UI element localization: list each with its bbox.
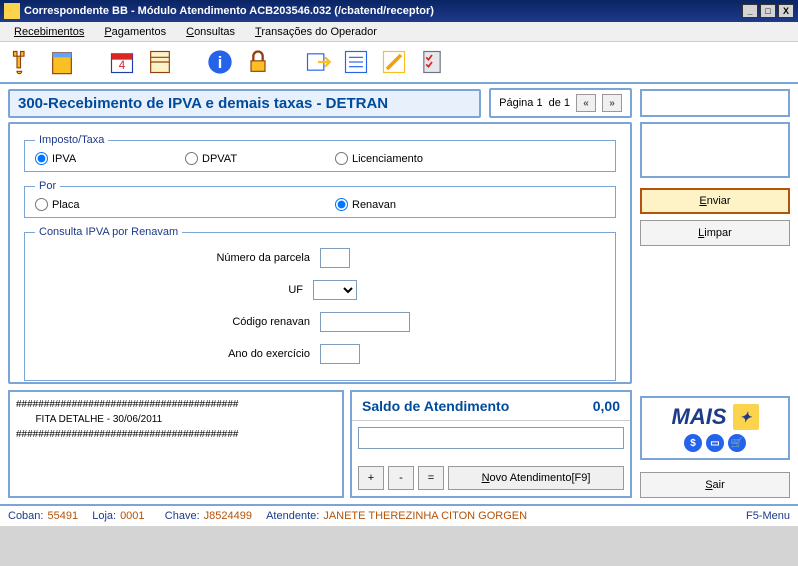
- right-column: Enviar Limpar MAIS ✦ $ ▭ 🛒 Sair: [640, 122, 790, 498]
- btn-plus[interactable]: +: [358, 466, 384, 490]
- menu-transacoes[interactable]: Transações do Operador: [245, 24, 387, 40]
- status-coban-value: 55491: [47, 510, 78, 522]
- main-area: Imposto/Taxa IPVA DPVAT Licenciamento Po…: [0, 122, 798, 504]
- menubar: Recebimentos Pagamentos Consultas Transa…: [0, 22, 798, 42]
- por-fieldset: Por Placa Renavan: [24, 180, 616, 218]
- titlebar: Correspondente BB - Módulo Atendimento A…: [0, 0, 798, 22]
- select-uf[interactable]: [313, 280, 357, 300]
- app-icon: [4, 3, 20, 19]
- page-header: 300-Recebimento de IPVA e demais taxas -…: [0, 84, 798, 122]
- tool-info-icon[interactable]: i: [204, 46, 236, 78]
- btn-equals[interactable]: =: [418, 466, 444, 490]
- pager-prev-button[interactable]: «: [576, 94, 596, 112]
- status-f5: F5-Menu: [746, 510, 790, 522]
- status-atendente-value: JANETE THEREZINHA CITON GORGEN: [323, 510, 527, 522]
- close-button[interactable]: X: [778, 4, 794, 18]
- por-legend: Por: [35, 180, 60, 192]
- mais-box: MAIS ✦ $ ▭ 🛒: [640, 396, 790, 460]
- radio-ipva[interactable]: IPVA: [35, 152, 185, 165]
- btn-minus[interactable]: -: [388, 466, 414, 490]
- saldo-value: 0,00: [593, 398, 620, 414]
- imposto-fieldset: Imposto/Taxa IPVA DPVAT Licenciamento: [24, 134, 616, 172]
- label-codigo-renavan: Código renavan: [110, 316, 310, 328]
- status-loja-label: Loja:: [92, 510, 116, 522]
- consulta-legend: Consulta IPVA por Renavam: [35, 226, 182, 238]
- left-column: Imposto/Taxa IPVA DPVAT Licenciamento Po…: [8, 122, 632, 498]
- bottom-strip: ########################################…: [8, 390, 632, 498]
- tool-notebook-icon[interactable]: [144, 46, 176, 78]
- right-logo-box: [640, 122, 790, 178]
- form-panel: Imposto/Taxa IPVA DPVAT Licenciamento Po…: [8, 122, 632, 384]
- btn-sair[interactable]: Sair: [640, 472, 790, 498]
- label-uf: UF: [103, 284, 303, 296]
- btn-enviar[interactable]: Enviar: [640, 188, 790, 214]
- page-title: 300-Recebimento de IPVA e demais taxas -…: [8, 89, 481, 118]
- saldo-title: Saldo de Atendimento: [362, 398, 509, 414]
- radio-renavan[interactable]: Renavan: [335, 198, 485, 211]
- imposto-legend: Imposto/Taxa: [35, 134, 108, 146]
- tool-lock-icon[interactable]: [242, 46, 274, 78]
- saldo-input[interactable]: [358, 427, 624, 449]
- label-ano-exercicio: Ano do exercício: [110, 348, 310, 360]
- window-title: Correspondente BB - Módulo Atendimento A…: [24, 5, 740, 17]
- radio-licenciamento-input[interactable]: [335, 152, 348, 165]
- radio-dpvat-input[interactable]: [185, 152, 198, 165]
- pager: Página 1 de 1 « »: [489, 88, 632, 118]
- tool-edit-icon[interactable]: [378, 46, 410, 78]
- input-numero-parcela[interactable]: [320, 248, 350, 268]
- label-numero-parcela: Número da parcela: [110, 252, 310, 264]
- radio-placa[interactable]: Placa: [35, 198, 185, 211]
- input-codigo-renavan[interactable]: [320, 312, 410, 332]
- svg-text:i: i: [218, 54, 223, 72]
- pager-label: Página 1: [499, 97, 542, 109]
- tool-export-icon[interactable]: [302, 46, 334, 78]
- tool-calendar-icon[interactable]: 4: [106, 46, 138, 78]
- consulta-fieldset: Consulta IPVA por Renavam Número da parc…: [24, 226, 616, 381]
- pager-next-button[interactable]: »: [602, 94, 622, 112]
- tool-list-icon[interactable]: [340, 46, 372, 78]
- status-chave-label: Chave:: [165, 510, 200, 522]
- statusbar: Coban: 55491 Loja: 0001 Chave: J8524499 …: [0, 504, 798, 526]
- radio-renavan-input[interactable]: [335, 198, 348, 211]
- bb-mini-icon: ✦: [733, 404, 759, 430]
- status-coban-label: Coban:: [8, 510, 43, 522]
- radio-ipva-input[interactable]: [35, 152, 48, 165]
- card-icon[interactable]: ▭: [706, 434, 724, 452]
- menu-pagamentos[interactable]: Pagamentos: [94, 24, 176, 40]
- cart-icon[interactable]: 🛒: [728, 434, 746, 452]
- status-loja-value: 0001: [120, 510, 144, 522]
- btn-novo-atendimento[interactable]: Novo Atendimento[F9]: [448, 466, 624, 490]
- status-atendente-label: Atendente:: [266, 510, 319, 522]
- tool-database-icon[interactable]: [46, 46, 78, 78]
- minimize-button[interactable]: _: [742, 4, 758, 18]
- radio-dpvat[interactable]: DPVAT: [185, 152, 335, 165]
- receipt-box: ########################################…: [8, 390, 344, 498]
- mais-text: MAIS: [672, 404, 727, 430]
- input-ano-exercicio[interactable]: [320, 344, 360, 364]
- svg-text:4: 4: [119, 59, 126, 72]
- tool-checklist-icon[interactable]: [416, 46, 448, 78]
- radio-placa-input[interactable]: [35, 198, 48, 211]
- dollar-icon[interactable]: $: [684, 434, 702, 452]
- tool-wrench-icon[interactable]: [8, 46, 40, 78]
- radio-licenciamento[interactable]: Licenciamento: [335, 152, 485, 165]
- toolbar: 4 i: [0, 42, 798, 84]
- saldo-box: Saldo de Atendimento 0,00 + - = Novo Ate…: [350, 390, 632, 498]
- menu-recebimentos[interactable]: Recebimentos: [4, 24, 94, 40]
- pager-of: de 1: [549, 97, 570, 109]
- top-right-box: [640, 89, 790, 117]
- novo-label: ovo Atendimento[F9]: [490, 472, 591, 484]
- btn-limpar[interactable]: Limpar: [640, 220, 790, 246]
- menu-consultas[interactable]: Consultas: [176, 24, 245, 40]
- menu-label: ecebimentos: [22, 26, 84, 38]
- maximize-button[interactable]: □: [760, 4, 776, 18]
- status-chave-value: J8524499: [204, 510, 252, 522]
